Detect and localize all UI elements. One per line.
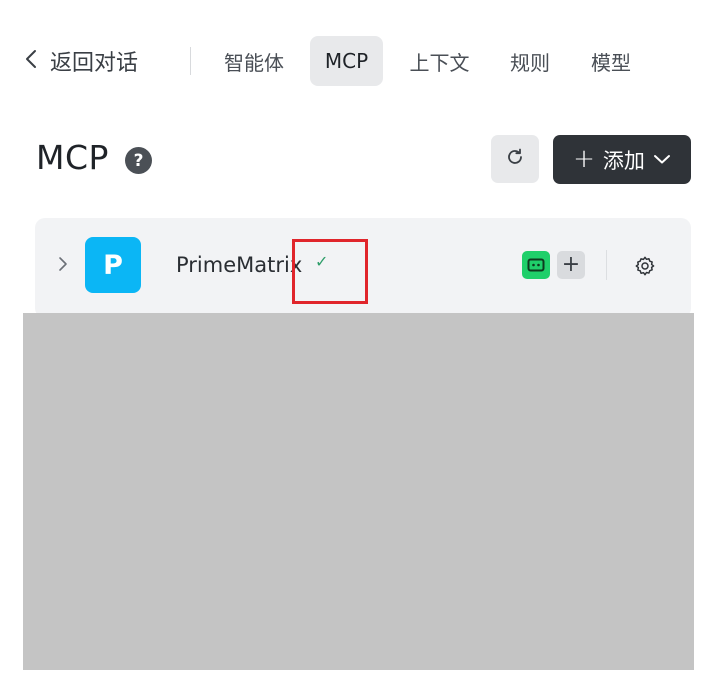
gear-icon[interactable]	[631, 252, 659, 280]
tab-label: MCP	[324, 49, 369, 73]
back-to-chat-button[interactable]: 返回对话	[24, 36, 138, 86]
tab-agents[interactable]: 智能体	[210, 36, 298, 86]
more-tools-button[interactable]: +	[557, 251, 585, 279]
server-logo: P	[85, 237, 141, 293]
refresh-icon	[505, 147, 525, 171]
back-label: 返回对话	[50, 51, 139, 76]
card-divider	[606, 250, 607, 280]
top-navigation: 返回对话 智能体 MCP 上下文 规则 模型	[0, 36, 701, 86]
tab-label: 上下文	[409, 50, 470, 75]
add-label: 添加	[602, 148, 645, 173]
page-title: MCP	[36, 138, 109, 177]
mcp-settings-screen: 返回对话 智能体 MCP 上下文 规则 模型 MCP ? + 添加 P Prim…	[0, 0, 701, 678]
tool-icon[interactable]	[522, 251, 550, 279]
tab-mcp[interactable]: MCP	[310, 36, 383, 86]
tab-rules[interactable]: 规则	[495, 36, 565, 86]
chevron-left-icon	[24, 48, 38, 74]
chevron-right-icon[interactable]	[55, 254, 71, 274]
tab-label: 智能体	[224, 50, 284, 75]
tab-label: 规则	[510, 50, 550, 75]
tab-models[interactable]: 模型	[576, 36, 646, 86]
plus-icon: +	[573, 143, 595, 174]
nav-divider	[190, 47, 191, 75]
highlight-box	[292, 239, 368, 304]
tab-context[interactable]: 上下文	[397, 36, 482, 86]
add-server-button[interactable]: + 添加	[553, 135, 691, 184]
redacted-region	[23, 313, 694, 670]
help-icon[interactable]: ?	[125, 147, 152, 174]
server-name: PrimeMatrix	[176, 253, 303, 277]
refresh-button[interactable]	[491, 135, 539, 183]
chevron-down-icon	[653, 150, 671, 169]
tab-label: 模型	[591, 50, 631, 75]
